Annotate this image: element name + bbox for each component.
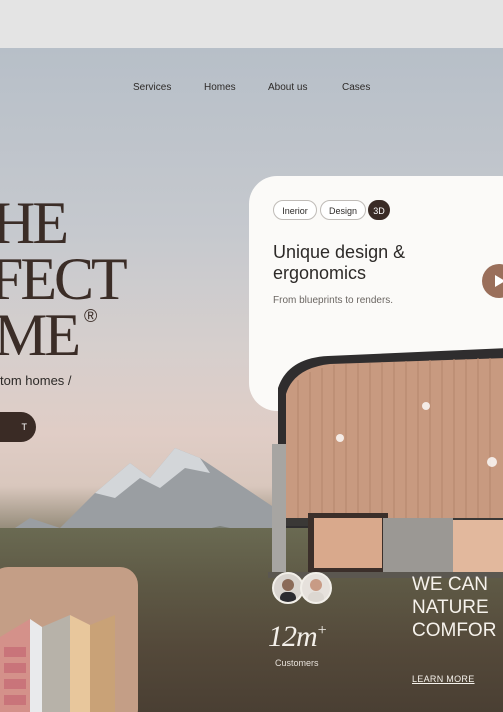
nav-item-cases[interactable]: Cases: [342, 82, 370, 93]
stat-value: 12m: [268, 620, 318, 653]
tag-design[interactable]: Design: [320, 200, 366, 220]
hero-cta-button[interactable]: T: [0, 412, 36, 442]
customers-stat: 12m+: [268, 620, 328, 654]
play-button[interactable]: [482, 264, 503, 298]
house-render: [268, 328, 503, 588]
material-tile[interactable]: [0, 567, 138, 712]
tag-interior[interactable]: Inerior: [273, 200, 317, 220]
promo-headline-line: COMFOR: [412, 620, 497, 641]
promo-headline-line: NATURE: [412, 597, 489, 618]
nav-item-services[interactable]: Services: [133, 82, 171, 93]
card-description: From blueprints to renders.: [273, 295, 394, 306]
play-icon: [495, 275, 503, 287]
card-heading: Unique design & ergonomics: [273, 242, 406, 283]
nav-item-about-us[interactable]: About us: [268, 82, 307, 93]
stat-label: Customers: [275, 658, 319, 668]
hero-title-line-3: ME: [0, 302, 81, 368]
top-band: [0, 0, 503, 48]
hero-title-line-1: HE: [0, 190, 69, 256]
promo-headline: WE CAN NATURE COMFOR: [412, 573, 496, 642]
hero-section: Services Homes About us Cases HE FECT ME…: [0, 48, 503, 712]
tag-3d[interactable]: 3D: [368, 200, 390, 220]
avatar: [300, 572, 332, 604]
promo-headline-line: WE CAN: [412, 574, 488, 595]
learn-more-link[interactable]: LEARN MORE: [412, 674, 475, 684]
registered-mark: ®: [84, 306, 98, 326]
wall-layers-illustration: [0, 615, 115, 712]
customer-avatars: [272, 572, 334, 606]
main-nav: Services Homes About us Cases: [0, 82, 503, 98]
stat-suffix: +: [316, 622, 328, 639]
hero-title-line-2: FECT: [0, 246, 128, 312]
hero-subtitle: tom homes /: [0, 373, 72, 388]
nav-item-homes[interactable]: Homes: [204, 82, 236, 93]
